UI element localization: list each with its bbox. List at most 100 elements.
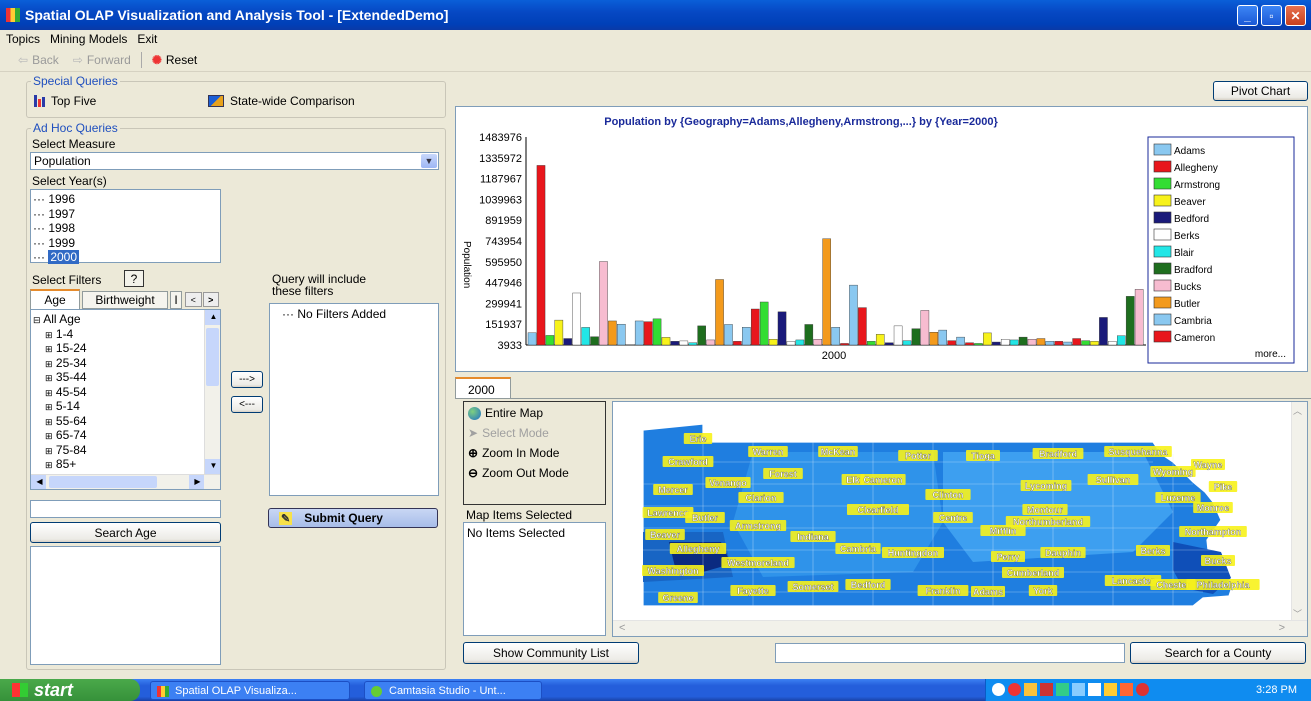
tree-item[interactable]: ⊞ 15-24 bbox=[31, 341, 220, 356]
expand-icon[interactable]: ⊞ bbox=[45, 373, 53, 383]
minimize-button[interactable]: _ bbox=[1237, 5, 1258, 26]
county-label[interactable]: Armstrong bbox=[735, 521, 781, 531]
tree-horizontal-scrollbar[interactable]: ◀ ▶ bbox=[31, 474, 220, 489]
map-scroll-down-icon[interactable]: ﹀ bbox=[1293, 607, 1302, 620]
show-community-list-button[interactable]: Show Community List bbox=[463, 642, 639, 664]
map-scroll-right-icon[interactable]: > bbox=[1279, 622, 1285, 634]
year-item-selected[interactable]: ··· 2000 bbox=[31, 250, 220, 265]
expand-icon[interactable]: ⊞ bbox=[45, 431, 53, 441]
entire-map-button[interactable]: Entire Map bbox=[468, 406, 543, 420]
add-filter-button[interactable]: ---> bbox=[231, 371, 263, 388]
county-label[interactable]: Greene bbox=[662, 593, 693, 603]
forward-button[interactable]: ⇨ Forward bbox=[73, 53, 131, 67]
county-label[interactable]: Mifflin bbox=[990, 526, 1017, 536]
tree-item[interactable]: ⊞ 35-44 bbox=[31, 370, 220, 385]
county-label[interactable]: Lycoming bbox=[1025, 481, 1067, 491]
map-horizontal-scrollbar[interactable]: < > bbox=[613, 620, 1307, 636]
select-mode-button[interactable]: ➤ Select Mode bbox=[468, 426, 549, 440]
back-button[interactable]: ⇦ Back bbox=[18, 53, 59, 67]
start-button[interactable]: start bbox=[0, 679, 140, 701]
map-view[interactable]: Erie Warren McKean Potter Tioga Bradford Susqu… bbox=[612, 401, 1308, 637]
county-label[interactable]: Sullivan bbox=[1096, 475, 1131, 485]
county-label[interactable]: Crawford bbox=[668, 457, 708, 467]
tree-item[interactable]: ⊞ 75-84 bbox=[31, 443, 220, 458]
county-label[interactable]: Cumberland bbox=[1007, 568, 1060, 578]
county-label[interactable]: Forest bbox=[769, 469, 797, 479]
county-label[interactable]: Bucks bbox=[1204, 556, 1231, 566]
expand-icon[interactable]: ⊞ bbox=[45, 402, 53, 412]
county-label[interactable]: Washington bbox=[647, 566, 698, 576]
expand-icon[interactable]: ⊞ bbox=[45, 417, 53, 427]
menu-topics[interactable]: Topics bbox=[6, 32, 40, 46]
county-label[interactable]: Centre bbox=[939, 513, 968, 523]
year-item[interactable]: ··· 1997 bbox=[31, 207, 220, 222]
tab-truncated[interactable]: I bbox=[170, 291, 182, 309]
county-label[interactable]: Wayne bbox=[1194, 460, 1223, 470]
scroll-up-icon[interactable]: ▲ bbox=[205, 310, 220, 325]
tab-age[interactable]: Age bbox=[30, 289, 80, 309]
tree-item[interactable]: ⊞ 55-64 bbox=[31, 414, 220, 429]
county-label[interactable]: Butler bbox=[692, 513, 719, 523]
zoom-in-button[interactable]: ⊕ Zoom In Mode bbox=[468, 446, 559, 460]
county-label[interactable]: Perry bbox=[996, 552, 1019, 562]
county-label[interactable]: Cambria bbox=[840, 544, 877, 554]
county-label[interactable]: Bedford bbox=[851, 580, 886, 590]
year-item[interactable]: ··· 1998 bbox=[31, 221, 220, 236]
year-item[interactable]: ··· 1999 bbox=[31, 236, 220, 251]
scroll-right-icon[interactable]: ▶ bbox=[189, 475, 204, 489]
pennsylvania-map[interactable]: Erie Warren McKean Potter Tioga Bradford Susqu… bbox=[613, 402, 1291, 622]
county-label[interactable]: Wyoming bbox=[1153, 467, 1194, 477]
county-label[interactable]: Elk bbox=[846, 475, 861, 485]
tree-item[interactable]: ⊞ 85+ bbox=[31, 457, 220, 472]
search-age-button[interactable]: Search Age bbox=[30, 522, 221, 543]
top-five-button[interactable]: Top Five bbox=[34, 94, 96, 108]
help-button[interactable]: ? bbox=[124, 270, 144, 287]
county-label[interactable]: Beaver bbox=[650, 530, 681, 540]
county-search-input[interactable] bbox=[775, 643, 1125, 663]
collapse-icon[interactable]: ⊟ bbox=[33, 315, 41, 325]
statewide-comparison-button[interactable]: State-wide Comparison bbox=[208, 94, 355, 108]
county-label[interactable]: Lawrence bbox=[647, 508, 689, 518]
county-label[interactable]: Pike bbox=[1214, 482, 1233, 492]
county-label[interactable]: Franklin bbox=[925, 586, 960, 596]
county-label[interactable]: Venango bbox=[709, 478, 747, 488]
measure-dropdown[interactable]: Population ▼ bbox=[30, 152, 439, 170]
county-label[interactable]: Berks bbox=[1140, 546, 1165, 556]
tree-item[interactable]: ⊞ 45-54 bbox=[31, 385, 220, 400]
county-label[interactable]: Philadelphia bbox=[1196, 580, 1250, 590]
county-label[interactable]: Clarion bbox=[745, 493, 776, 503]
map-scroll-up-icon[interactable]: ︿ bbox=[1293, 404, 1302, 417]
county-label[interactable]: Lancaster bbox=[1112, 576, 1155, 586]
taskbar-item-camtasia[interactable]: Camtasia Studio - Unt... bbox=[364, 681, 542, 700]
maximize-button[interactable]: ▫ bbox=[1261, 5, 1282, 26]
expand-icon[interactable]: ⊞ bbox=[45, 359, 53, 369]
county-label[interactable]: Allegheny bbox=[676, 544, 719, 554]
county-label[interactable]: Indiana bbox=[797, 532, 830, 542]
menu-mining-models[interactable]: Mining Models bbox=[50, 32, 127, 46]
map-vertical-scrollbar[interactable]: ︿ ﹀ bbox=[1291, 402, 1307, 622]
expand-icon[interactable]: ⊞ bbox=[45, 446, 53, 456]
hscroll-thumb[interactable] bbox=[49, 476, 157, 488]
county-label[interactable]: Tioga bbox=[971, 451, 996, 461]
county-label[interactable]: McKean bbox=[821, 447, 856, 457]
county-label[interactable]: Clearfield bbox=[857, 505, 898, 515]
submit-query-button[interactable]: ✎ Submit Query bbox=[268, 508, 438, 528]
expand-icon[interactable]: ⊞ bbox=[45, 388, 53, 398]
scroll-thumb[interactable] bbox=[206, 328, 219, 386]
county-label[interactable]: Chester bbox=[1156, 580, 1190, 590]
tab-birthweight[interactable]: Birthweight bbox=[82, 291, 168, 309]
scroll-left-icon[interactable]: ◀ bbox=[31, 475, 46, 489]
county-label[interactable]: Mercer bbox=[658, 485, 688, 495]
county-label[interactable]: Susquehanna bbox=[1108, 447, 1168, 457]
taskbar-item-spatial-olap[interactable]: Spatial OLAP Visualiza... bbox=[150, 681, 350, 700]
county-label[interactable]: Montour bbox=[1027, 505, 1064, 515]
tree-item[interactable]: ⊞ 65-74 bbox=[31, 428, 220, 443]
expand-icon[interactable]: ⊞ bbox=[45, 344, 53, 354]
county-label[interactable]: Somerset bbox=[792, 582, 833, 592]
tab-scroll-left-icon[interactable]: < bbox=[185, 292, 202, 307]
tab-scroll-right-icon[interactable]: > bbox=[202, 292, 219, 307]
scroll-down-icon[interactable]: ▼ bbox=[205, 459, 220, 474]
tree-vertical-scrollbar[interactable]: ▲ ▼ bbox=[204, 310, 220, 474]
county-label[interactable]: Dauphin bbox=[1045, 548, 1081, 558]
county-label[interactable]: Huntingdon bbox=[888, 548, 939, 558]
